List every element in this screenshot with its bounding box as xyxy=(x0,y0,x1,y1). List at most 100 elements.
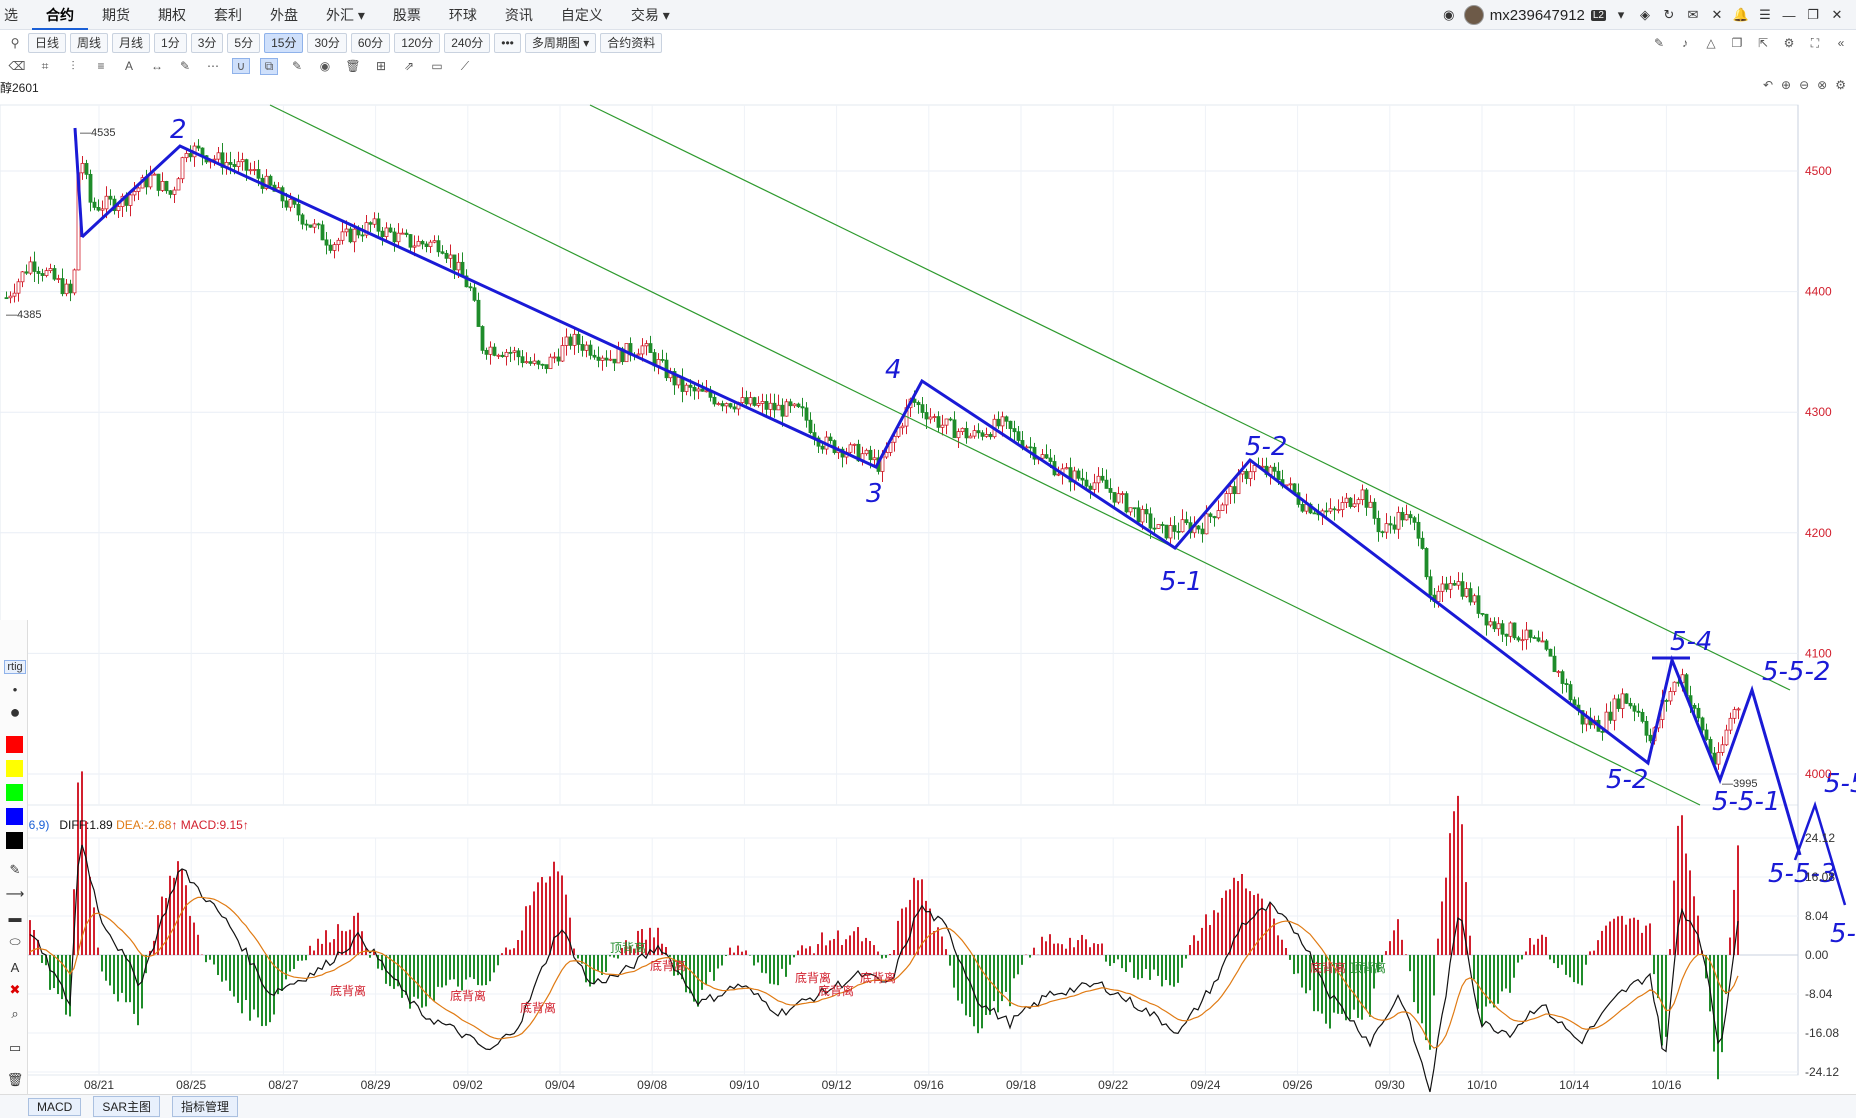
candle-body xyxy=(248,169,253,172)
pencil-icon[interactable]: ✎ xyxy=(4,862,26,878)
candle-body xyxy=(564,336,569,346)
candle-body xyxy=(1672,681,1677,692)
candle-body xyxy=(532,360,537,364)
candle-body xyxy=(1504,633,1509,637)
color-green-swatch[interactable] xyxy=(6,784,23,801)
candle-body xyxy=(1028,446,1033,449)
candle-body xyxy=(1176,531,1181,533)
candle-body xyxy=(400,232,405,235)
candle-body xyxy=(1340,502,1345,511)
candle-body xyxy=(1232,486,1237,495)
candle-body xyxy=(1148,513,1153,529)
candle-body xyxy=(68,283,73,294)
tab-macd[interactable]: MACD xyxy=(28,1097,82,1116)
indicator-tabs: MACD SAR主图 指标管理 xyxy=(0,1094,1856,1118)
price-tick-label: 4400 xyxy=(1805,285,1832,299)
candle-body xyxy=(1640,712,1645,722)
candle-body xyxy=(944,418,949,426)
candle-body xyxy=(1136,507,1141,523)
candle-body xyxy=(716,403,721,405)
candle-body xyxy=(176,178,181,191)
candle-body xyxy=(1092,482,1097,490)
color-red-swatch[interactable] xyxy=(6,736,23,753)
dot-small-icon[interactable]: • xyxy=(4,682,26,697)
candle-body xyxy=(748,397,753,405)
candle-body xyxy=(1472,595,1477,603)
ellipse-icon[interactable]: ⬭ xyxy=(4,934,26,950)
candle-body xyxy=(20,271,25,283)
macd-dea: DEA:-2.68 xyxy=(116,818,172,832)
color-yellow-swatch[interactable] xyxy=(6,760,23,777)
candle-body xyxy=(756,403,761,406)
color-black-swatch[interactable] xyxy=(6,832,23,849)
candle-body xyxy=(236,161,241,167)
zoom-icon[interactable]: ⌕ xyxy=(4,1006,26,1022)
candle-body xyxy=(1560,671,1565,684)
rectangle-icon[interactable]: ▬ xyxy=(4,910,26,925)
candle-body xyxy=(572,333,577,346)
divergence-label: 底背离 xyxy=(818,983,854,998)
candle-body xyxy=(1012,428,1017,433)
candle-body xyxy=(1000,416,1005,427)
candle-body xyxy=(1436,590,1441,602)
candle-body xyxy=(1300,504,1305,512)
candle-body xyxy=(1356,499,1361,505)
color-blue-swatch[interactable] xyxy=(6,808,23,825)
macd-tick-label: 0.00 xyxy=(1805,948,1829,962)
tab-sar[interactable]: SAR主图 xyxy=(93,1096,161,1117)
divergence-label: 底背离 xyxy=(450,988,486,1003)
candle-body xyxy=(268,175,273,186)
candle-body xyxy=(1044,454,1049,459)
candle-body xyxy=(648,343,653,353)
minus-icon[interactable]: ▭ xyxy=(4,1040,26,1056)
candle-body xyxy=(284,200,289,208)
date-tick-label: 10/10 xyxy=(1467,1078,1497,1092)
candle-body xyxy=(760,401,765,404)
candle-body xyxy=(1204,513,1209,535)
palette-text-box[interactable]: rtig xyxy=(4,660,26,674)
trash-bin-icon[interactable]: 🗑 xyxy=(4,1072,26,1088)
candle-body xyxy=(552,356,557,359)
candle-body xyxy=(432,240,437,243)
candle-body xyxy=(52,268,57,280)
candle-body xyxy=(88,173,93,203)
candle-body xyxy=(1572,699,1577,706)
candle-body xyxy=(196,145,201,149)
date-tick-label: 09/02 xyxy=(453,1078,483,1092)
candle-body xyxy=(788,401,793,407)
candle-body xyxy=(156,173,161,191)
candle-body xyxy=(884,452,889,458)
candle-body xyxy=(1644,720,1649,736)
candle-body xyxy=(316,223,321,226)
candle-body xyxy=(508,351,513,354)
dot-large-icon[interactable]: ● xyxy=(4,702,26,723)
candle-body xyxy=(1528,629,1533,638)
candle-body xyxy=(32,261,37,272)
candle-body xyxy=(1180,519,1185,533)
delete-icon[interactable]: ✖ xyxy=(4,982,26,998)
text-tool-icon[interactable]: A xyxy=(4,960,26,975)
candle-body xyxy=(828,436,833,442)
candle-body xyxy=(580,344,585,351)
kline-chart[interactable]: 2435-15-25-25-45-5-25-5-15-5-35-5-45-5-5… xyxy=(0,0,1856,1118)
candle-body xyxy=(28,261,33,274)
candle-body xyxy=(452,254,457,271)
candle-body xyxy=(732,406,737,410)
candle-body xyxy=(1184,519,1189,524)
line-arrow-icon[interactable]: ⟶ xyxy=(4,886,26,902)
candle-body xyxy=(1152,527,1157,530)
candle-body xyxy=(1408,514,1413,519)
candle-body xyxy=(636,353,641,356)
date-tick-label: 09/30 xyxy=(1375,1078,1405,1092)
candle-body xyxy=(1380,531,1385,534)
candle-body xyxy=(392,231,397,243)
macd-tick-label: 16.08 xyxy=(1805,870,1835,884)
candle-body xyxy=(180,157,185,180)
price-frame xyxy=(0,104,1799,806)
candle-body xyxy=(56,278,61,280)
high-price-label: —4535 xyxy=(80,127,115,139)
tab-indicator-manage[interactable]: 指标管理 xyxy=(172,1096,239,1117)
candle-body xyxy=(960,427,965,432)
candle-body xyxy=(1128,507,1133,513)
divergence-label: 底背离 xyxy=(860,970,896,985)
